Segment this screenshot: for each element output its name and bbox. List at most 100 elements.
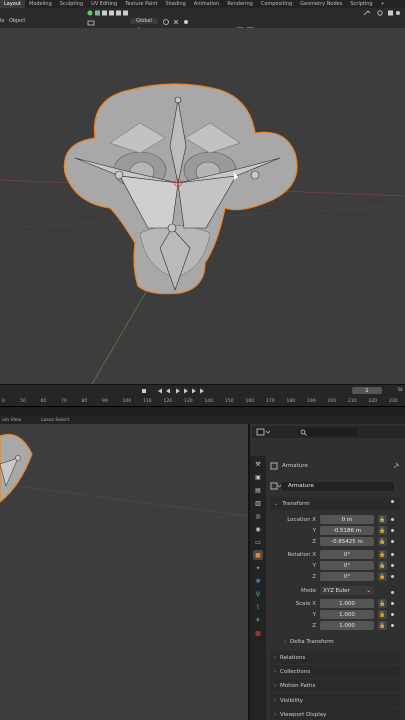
location-z-field[interactable]: -0.85425 m [320,537,374,546]
panel-visibility[interactable]: › Visibility [270,694,400,707]
lock-icon[interactable]: 🔓 [378,572,387,581]
rotation-x-label: Rotation X [287,552,316,558]
timeline-tick: 180 [286,399,296,404]
keyframe-dot-icon[interactable] [391,602,394,605]
tab-modeling[interactable]: Modeling [25,0,56,8]
tool-tab-icon[interactable]: ⚒ [253,459,263,469]
lock-icon[interactable]: 🔓 [378,515,387,524]
scale-z-field[interactable]: 1.000 [320,621,374,630]
properties-search[interactable] [298,428,358,436]
tab-texture-paint[interactable]: Texture Paint [121,0,161,8]
transform-pivot-icon[interactable] [86,19,96,27]
orientation-dropdown[interactable]: Global [130,18,158,24]
lock-icon[interactable]: 🔓 [378,621,387,630]
lock-icon[interactable]: 🔓 [378,610,387,619]
transform-panel-header[interactable]: ⌄ Transform [270,497,400,510]
panel-motion-paths-label: Motion Paths [280,682,316,689]
tab-rendering[interactable]: Rendering [223,0,257,8]
tab-animation[interactable]: Animation [190,0,224,8]
render-tab-icon[interactable]: ▣ [253,472,263,482]
keyframe-dot-icon[interactable] [391,518,394,521]
rotation-y-field[interactable]: 0° [320,561,374,570]
keyframe-dot-icon[interactable] [391,540,394,543]
object-tab-icon[interactable]: ■ [253,550,263,560]
rotation-x-field[interactable]: 0° [320,550,374,559]
tab-sculpting[interactable]: Sculpting [56,0,87,8]
panel-collections[interactable]: › Collections [270,665,400,678]
rotation-mode-value: XYZ Euler [323,587,350,594]
data-tab-icon[interactable]: ⚘ [253,615,263,625]
modifiers-tab-icon[interactable]: ✦ [253,563,263,573]
panel-viewport-display[interactable]: › Viewport Display [270,708,400,720]
panel-visibility-label: Visibility [280,697,304,704]
rotation-mode-dropdown[interactable]: XYZ Euler ⌄ [320,586,374,595]
scale-y-field[interactable]: 1.000 [320,610,374,619]
editor-type-icon[interactable] [256,428,270,436]
scale-x-field[interactable]: 1.000 [320,599,374,608]
chevron-right-icon: › [284,638,286,645]
tab-scripting[interactable]: Scripting [346,0,376,8]
tab-shading[interactable]: Shading [161,0,189,8]
particles-tab-icon[interactable]: ❋ [253,576,263,586]
keyframe-dot-icon[interactable] [391,624,394,627]
scene-tab-icon[interactable]: ◎ [253,511,263,521]
rotation-z-field[interactable]: 0° [320,572,374,581]
timeline-tick: 130 [184,399,193,404]
lock-icon[interactable]: 🔓 [378,550,387,559]
delta-transform-header[interactable]: › Delta Transform [280,635,400,648]
3d-viewport-top[interactable] [0,28,405,384]
panel-motion-paths[interactable]: › Motion Paths [270,679,400,692]
timeline-tick: 150 [225,399,234,404]
playback-controls[interactable] [140,387,210,395]
keyframe-dot-icon[interactable] [391,613,394,616]
material-tab-icon[interactable]: ▦ [253,628,263,638]
workspace-tab-bar: Layout Modeling Sculpting UV Editing Tex… [0,0,405,8]
location-y-field[interactable]: -0.5186 m [320,526,374,535]
pin-icon[interactable] [392,462,400,470]
tab-geometry-nodes[interactable]: Geometry Nodes [296,0,346,8]
panel-relations[interactable]: › Relations [270,651,400,664]
status-bar: om View Lasso Select [0,416,405,424]
keyframe-dot-icon[interactable] [391,500,394,503]
timeline-tick: 220 [368,399,378,404]
keyframe-dot-icon[interactable] [391,529,394,532]
tab-uv-editing[interactable]: UV Editing [87,0,121,8]
add-workspace-button[interactable]: + [377,0,389,8]
world-tab-icon[interactable]: ◉ [253,524,263,534]
keyframe-dot-icon[interactable] [391,553,394,556]
physics-tab-icon[interactable]: ⚲ [253,589,263,599]
keyframe-dot-icon[interactable] [391,564,394,567]
constraints-tab-icon[interactable]: ⌇ [253,602,263,612]
current-frame-field[interactable]: 1 [352,387,382,394]
tab-layout[interactable]: Layout [0,0,25,8]
mode-label[interactable]: lo [0,18,4,24]
object-menu[interactable]: Object [9,18,25,24]
object-type-icon[interactable] [270,482,282,490]
view-layer-tab-icon[interactable]: ▥ [253,498,263,508]
object-name-field[interactable]: Armature [282,481,394,491]
lock-icon[interactable]: 🔓 [378,537,387,546]
snap-icons[interactable] [162,18,192,26]
timeline[interactable]: 1 St 0 50 60 70 80 90 100 110 120 130 140 150 160 170… [0,384,405,406]
lock-icon[interactable]: 🔓 [378,561,387,570]
lock-icon[interactable]: 🔓 [378,526,387,535]
lock-icon[interactable]: 🔓 [378,599,387,608]
timeline-tick: 170 [266,399,275,404]
output-tab-icon[interactable]: ▤ [253,485,263,495]
context-name: Armature [282,463,308,469]
location-x-label: Location X [287,517,316,523]
overlay-toggle-icons[interactable] [86,9,134,17]
monkey-closeup-scene [0,433,248,545]
chevron-down-icon: ⌄ [274,500,279,507]
timeline-tick: 160 [245,399,255,404]
timeline-scrub-area[interactable] [0,406,405,416]
collection-tab-icon[interactable]: ▭ [253,537,263,547]
tab-compositing[interactable]: Compositing [257,0,296,8]
keyframe-dot-icon[interactable] [391,575,394,578]
3d-viewport-bottom[interactable] [0,424,248,720]
chevron-right-icon: › [274,697,276,704]
gizmo-toggle-icons[interactable] [362,9,402,17]
keyframe-dot-icon[interactable] [391,591,394,594]
timeline-tick: 70 [61,399,67,404]
location-x-field[interactable]: 0 m [320,515,374,524]
